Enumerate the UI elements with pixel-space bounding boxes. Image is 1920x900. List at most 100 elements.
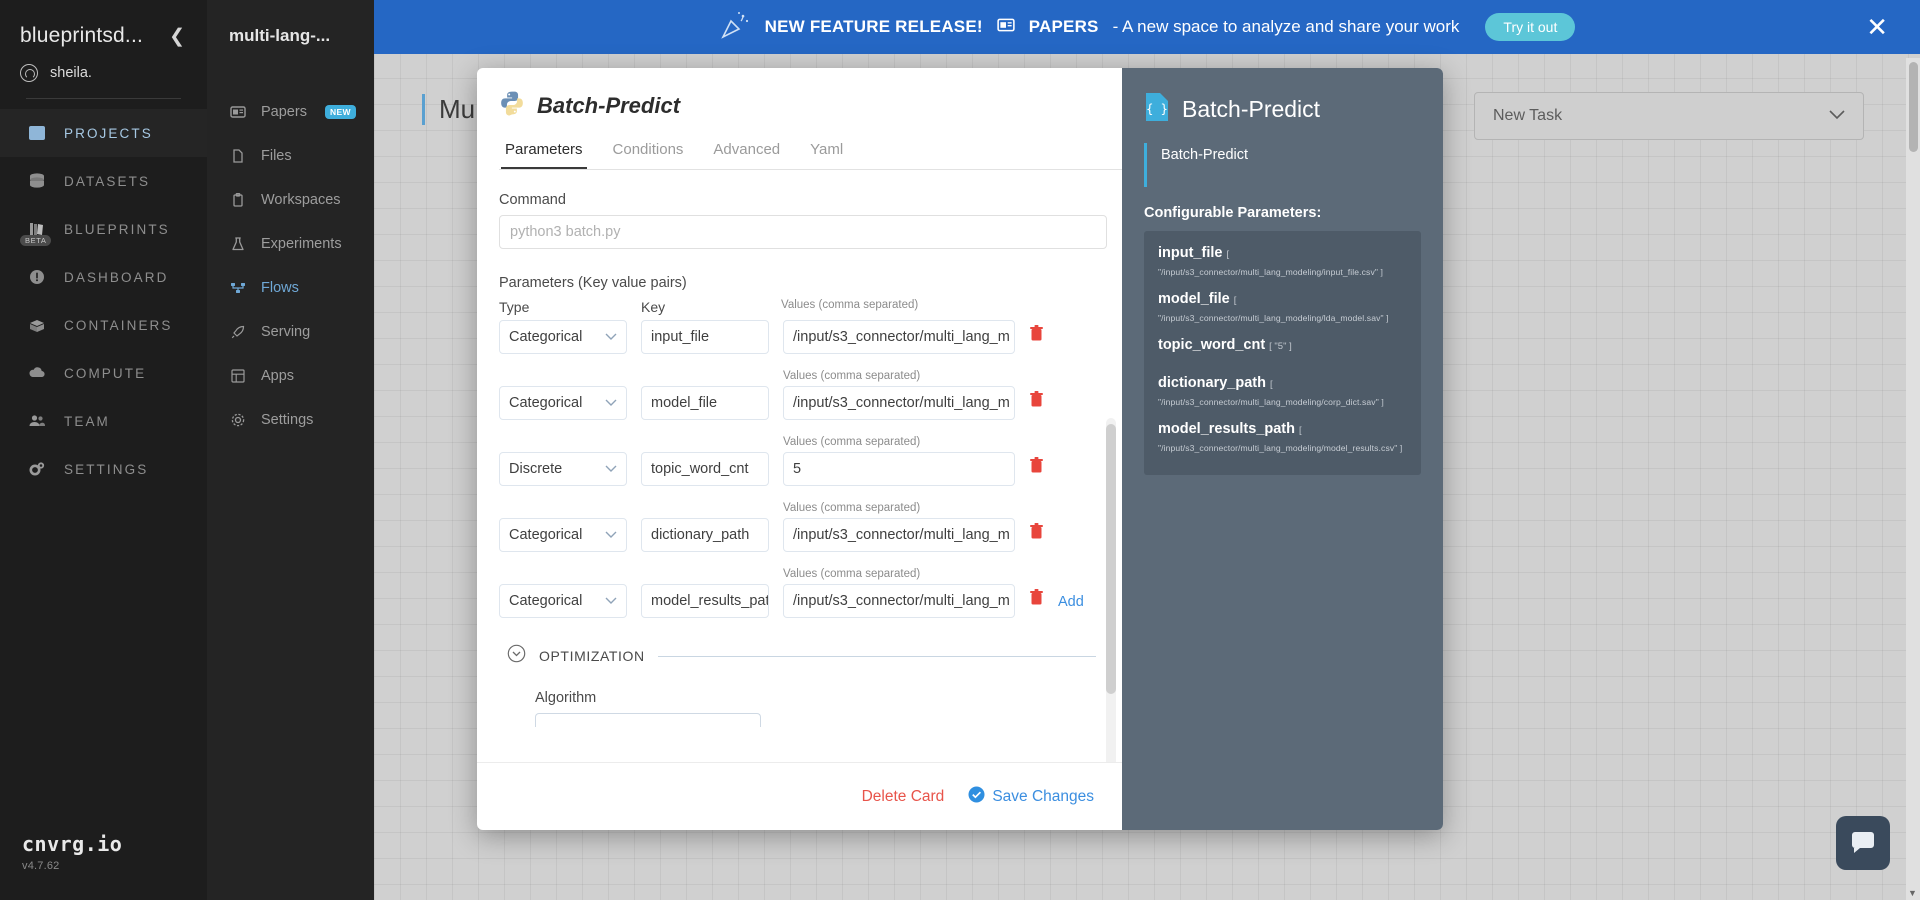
python-icon: [499, 90, 525, 121]
database-icon: [26, 170, 48, 192]
param-key-input[interactable]: dictionary_path: [641, 518, 769, 552]
param-type-value: Categorical: [509, 527, 583, 543]
trash-icon[interactable]: [1029, 325, 1044, 354]
param-type-select[interactable]: Categorical: [499, 518, 627, 552]
project-item-label: Settings: [261, 412, 314, 428]
chevron-left-icon[interactable]: ❮: [165, 25, 189, 48]
org-header: blueprintsd... ❮: [0, 0, 207, 58]
trash-icon[interactable]: [1029, 589, 1044, 618]
brand-block: cnvrg.io v4.7.62: [22, 832, 122, 872]
page-title: Mu: [422, 94, 475, 125]
chat-icon[interactable]: [1836, 816, 1890, 870]
scroll-down-arrow[interactable]: ▼: [1908, 888, 1917, 898]
param-type-select[interactable]: Categorical: [499, 584, 627, 618]
sidebar-item-containers[interactable]: CONTAINERS: [0, 301, 207, 349]
trash-icon[interactable]: [1029, 391, 1044, 420]
check-circle-icon: [968, 786, 985, 808]
tab-yaml[interactable]: Yaml: [806, 141, 847, 169]
command-input[interactable]: python3 batch.py: [499, 215, 1107, 249]
primary-nav: PROJECTS DATASETS BLUEPRINTS BETA DASHBO…: [0, 109, 207, 493]
modal-left-pane: Batch-Predict Parameters Conditions Adva…: [477, 68, 1122, 830]
user-row[interactable]: sheila.: [0, 58, 207, 94]
configurable-parameters-list: input_file[ "/input/s3_connector/multi_l…: [1144, 231, 1421, 475]
save-changes-button[interactable]: Save Changes: [968, 786, 1094, 808]
column-header-key: Key: [641, 299, 666, 315]
sidebar-item-projects[interactable]: PROJECTS: [0, 109, 207, 157]
tab-advanced[interactable]: Advanced: [709, 141, 784, 169]
project-item-flows[interactable]: Flows: [207, 266, 374, 310]
chevron-down-circle-icon[interactable]: [507, 644, 526, 668]
column-header-type: Type: [499, 299, 530, 315]
project-item-apps[interactable]: Apps: [207, 354, 374, 398]
project-item-serving[interactable]: Serving: [207, 310, 374, 354]
canvas-scrollbar[interactable]: ▲ ▼: [1906, 58, 1920, 900]
parameter-row: Discrete topic_word_cnt Values (comma se…: [499, 436, 1096, 486]
param-key-input[interactable]: topic_word_cnt: [641, 452, 769, 486]
project-item-workspaces[interactable]: Workspaces: [207, 178, 374, 222]
configurable-parameters-label: Configurable Parameters:: [1144, 205, 1322, 221]
param-bracket: [: [1299, 425, 1302, 436]
add-parameter-link[interactable]: Add: [1058, 594, 1084, 618]
user-name: sheila.: [50, 65, 92, 81]
beta-badge: BETA: [20, 235, 52, 246]
param-value-input[interactable]: /input/s3_connector/multi_lang_m: [783, 386, 1015, 420]
modal-footer: Delete Card Save Changes: [477, 762, 1122, 830]
info-panel-title: Batch-Predict: [1182, 96, 1321, 122]
project-item-files[interactable]: Files: [207, 134, 374, 178]
param-value-input[interactable]: /input/s3_connector/multi_lang_m: [783, 518, 1015, 552]
file-icon: [229, 147, 247, 165]
parameter-row: Categorical model_file Values (comma sep…: [499, 370, 1096, 420]
project-sidebar: multi-lang-... Papers NEW Files Workspac…: [207, 0, 374, 900]
tab-parameters[interactable]: Parameters: [501, 141, 587, 169]
app-version: v4.7.62: [22, 860, 60, 872]
new-task-dropdown[interactable]: New Task: [1474, 92, 1864, 140]
gears-icon: [26, 458, 48, 480]
sidebar-item-datasets[interactable]: DATASETS: [0, 157, 207, 205]
info-panel: { } Batch-Predict Batch-Predict Configur…: [1122, 68, 1443, 830]
primary-sidebar: blueprintsd... ❮ sheila. PROJECTS DATASE…: [0, 0, 207, 900]
algorithm-label: Algorithm: [535, 690, 597, 706]
param-value-input[interactable]: /input/s3_connector/multi_lang_m: [783, 320, 1015, 354]
grid-icon: [229, 367, 247, 385]
sidebar-divider: [26, 98, 181, 99]
tab-conditions[interactable]: Conditions: [609, 141, 688, 169]
trash-icon[interactable]: [1029, 523, 1044, 552]
param-key-input[interactable]: model_file: [641, 386, 769, 420]
command-label: Command: [499, 192, 566, 208]
project-item-label: Experiments: [261, 236, 342, 252]
project-item-settings[interactable]: Settings: [207, 398, 374, 442]
param-name: input_file: [1158, 245, 1223, 261]
delete-card-button[interactable]: Delete Card: [862, 788, 945, 806]
param-type-select[interactable]: Categorical: [499, 320, 627, 354]
project-item-experiments[interactable]: Experiments: [207, 222, 374, 266]
sidebar-item-dashboard[interactable]: DASHBOARD: [0, 253, 207, 301]
project-item-label: Papers: [261, 104, 307, 120]
close-icon[interactable]: ✕: [1866, 14, 1888, 40]
sidebar-item-team[interactable]: TEAM: [0, 397, 207, 445]
scrollbar-thumb[interactable]: [1106, 424, 1116, 694]
values-label: Values (comma separated): [783, 436, 921, 448]
optimization-section[interactable]: OPTIMIZATION: [507, 644, 1096, 668]
param-key-input[interactable]: model_results_pat: [641, 584, 769, 618]
trash-icon[interactable]: [1029, 457, 1044, 486]
sidebar-item-label: DATASETS: [64, 173, 151, 189]
sidebar-item-settings[interactable]: SETTINGS: [0, 445, 207, 493]
param-value-input[interactable]: 5: [783, 452, 1015, 486]
sidebar-item-label: TEAM: [64, 413, 110, 429]
algorithm-select[interactable]: [535, 713, 761, 727]
project-item-papers[interactable]: Papers NEW: [207, 90, 374, 134]
scrollbar-thumb[interactable]: [1909, 62, 1918, 152]
param-type-select[interactable]: Categorical: [499, 386, 627, 420]
modal-scrollbar[interactable]: [1106, 418, 1116, 762]
list-item: model_file[ "/input/s3_connector/multi_l…: [1158, 291, 1407, 323]
param-bracket: [: [1233, 295, 1237, 306]
param-bracket: [: [1226, 249, 1230, 260]
parameter-row: Categorical model_results_pat Values (co…: [499, 568, 1096, 618]
param-value-input[interactable]: /input/s3_connector/multi_lang_m: [783, 584, 1015, 618]
try-it-out-button[interactable]: Try it out: [1485, 13, 1576, 41]
sidebar-item-compute[interactable]: COMPUTE: [0, 349, 207, 397]
flask-icon: [229, 235, 247, 253]
param-key-input[interactable]: input_file: [641, 320, 769, 354]
param-type-select[interactable]: Discrete: [499, 452, 627, 486]
sidebar-item-blueprints[interactable]: BLUEPRINTS BETA: [0, 205, 207, 253]
